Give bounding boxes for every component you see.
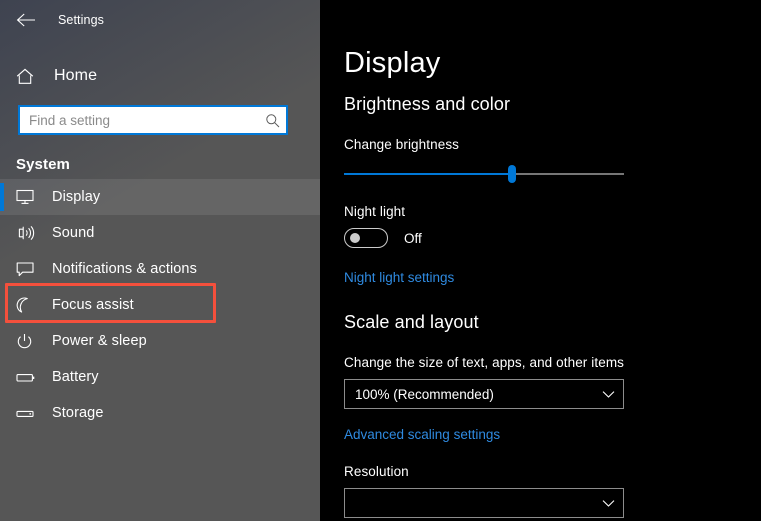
monitor-icon	[16, 189, 40, 205]
speaker-icon	[16, 225, 40, 241]
sidebar-item-power-sleep[interactable]: Power & sleep	[0, 323, 320, 359]
search-box[interactable]	[18, 105, 288, 135]
night-light-toggle[interactable]	[344, 228, 388, 248]
window-title: Settings	[58, 13, 104, 27]
slider-thumb[interactable]	[508, 165, 516, 183]
sidebar-item-focus-assist[interactable]: Focus assist	[0, 287, 320, 323]
search-input[interactable]	[20, 108, 258, 132]
sidebar-item-display[interactable]: Display	[0, 179, 320, 215]
sidebar-item-sound-label: Sound	[52, 225, 95, 241]
main-content: Display Brightness and color Change brig…	[320, 0, 761, 521]
sidebar-item-power-sleep-label: Power & sleep	[52, 333, 147, 349]
section-heading-scale-and-layout: Scale and layout	[344, 312, 479, 332]
back-button[interactable]	[4, 4, 48, 36]
chevron-down-icon	[593, 390, 623, 399]
brightness-slider[interactable]	[344, 163, 624, 185]
moon-icon	[16, 297, 40, 314]
section-heading-brightness-and-color: Brightness and color	[344, 94, 511, 114]
page-title: Display	[344, 47, 441, 79]
sidebar-item-battery[interactable]: Battery	[0, 359, 320, 395]
sidebar-item-battery-label: Battery	[52, 369, 99, 385]
sidebar-item-display-label: Display	[52, 189, 101, 205]
search-icon[interactable]	[258, 107, 286, 133]
sidebar-item-storage-label: Storage	[52, 405, 104, 421]
resolution-dropdown[interactable]	[344, 488, 624, 518]
power-icon	[16, 333, 40, 350]
chevron-down-icon-resolution	[593, 499, 623, 508]
back-arrow-icon	[16, 13, 35, 27]
sidebar: Settings Home System	[0, 0, 320, 521]
scale-dropdown[interactable]: 100% (Recommended)	[344, 379, 624, 409]
sidebar-nav-list: Display Sound Notifications & actions Fo…	[0, 179, 320, 431]
sidebar-section-title: System	[16, 156, 70, 173]
night-light-label: Night light	[344, 204, 406, 219]
resolution-label: Resolution	[344, 464, 409, 479]
battery-icon	[16, 371, 40, 384]
sidebar-item-notifications-actions[interactable]: Notifications & actions	[0, 251, 320, 287]
toggle-knob	[350, 233, 360, 243]
sidebar-item-storage[interactable]: Storage	[0, 395, 320, 431]
sidebar-item-sound[interactable]: Sound	[0, 215, 320, 251]
drive-icon	[16, 407, 40, 420]
night-light-state-label: Off	[404, 230, 422, 246]
sidebar-item-focus-assist-label: Focus assist	[52, 297, 134, 313]
change-brightness-label: Change brightness	[344, 137, 460, 152]
scale-dropdown-value: 100% (Recommended)	[355, 386, 494, 402]
speech-bubble-icon	[16, 261, 40, 277]
night-light-toggle-row: Off	[344, 228, 761, 248]
sidebar-item-notifications-actions-label: Notifications & actions	[52, 261, 197, 277]
night-light-settings-link[interactable]: Night light settings	[344, 270, 454, 285]
title-bar: Settings	[0, 0, 320, 40]
home-icon	[16, 68, 42, 85]
sidebar-item-home-label: Home	[54, 67, 98, 84]
advanced-scaling-settings-link[interactable]: Advanced scaling settings	[344, 427, 500, 442]
change-size-label: Change the size of text, apps, and other…	[344, 355, 625, 370]
settings-window: Settings Home System	[0, 0, 761, 521]
sidebar-item-home[interactable]: Home	[0, 56, 320, 96]
slider-fill	[344, 173, 512, 175]
